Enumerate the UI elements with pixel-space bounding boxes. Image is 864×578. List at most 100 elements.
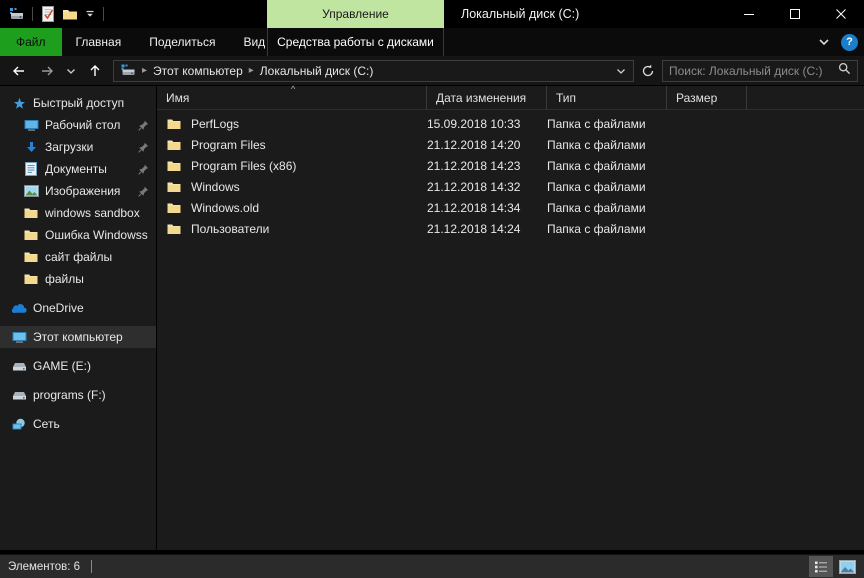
help-button[interactable]: ? bbox=[841, 33, 858, 51]
sidebar-item-label: GAME (E:) bbox=[33, 359, 92, 373]
row-name-cell[interactable]: Windows bbox=[157, 180, 427, 194]
maximize-icon[interactable] bbox=[772, 0, 818, 28]
breadcrumb-separator-2: ▸ bbox=[248, 65, 254, 76]
sidebar-item-documents[interactable]: Документы bbox=[0, 158, 156, 180]
tab-drive-tools-label: Средства работы с дисками bbox=[277, 35, 434, 49]
view-mode-buttons bbox=[809, 556, 864, 577]
properties-icon[interactable] bbox=[37, 3, 59, 25]
sidebar-item-label: OneDrive bbox=[33, 301, 84, 315]
details-view-icon[interactable] bbox=[809, 556, 833, 577]
window-title: Локальный диск (C:) bbox=[461, 7, 580, 21]
column-header-type[interactable]: Тип bbox=[547, 86, 667, 110]
row-name-label: Пользователи bbox=[191, 221, 270, 236]
close-icon[interactable] bbox=[818, 0, 864, 28]
sidebar-item-label: Загрузки bbox=[45, 140, 94, 154]
address-input[interactable]: ▸ Этот компьютер ▸ Локальный диск (C:) bbox=[113, 59, 634, 82]
sidebar-item-quick-access[interactable]: Быстрый доступ bbox=[0, 92, 156, 114]
row-type-cell: Папка с файлами bbox=[547, 200, 646, 215]
forward-arrow-icon[interactable] bbox=[34, 58, 60, 84]
sidebar-item-label: Изображения bbox=[45, 184, 121, 198]
drive-properties-icon[interactable] bbox=[6, 3, 28, 25]
breadcrumb-drive-icon[interactable] bbox=[118, 64, 139, 77]
table-row[interactable]: Program Files 21.12.2018 14:20 Папка с ф… bbox=[157, 134, 864, 155]
minimize-icon[interactable] bbox=[726, 0, 772, 28]
sidebar-gap-3 bbox=[0, 348, 156, 355]
sidebar-gap-1 bbox=[0, 290, 156, 297]
network-icon bbox=[10, 418, 28, 431]
sidebar-item-label: windows sandbox bbox=[45, 206, 140, 220]
row-name-cell[interactable]: PerfLogs bbox=[157, 117, 427, 131]
large-icons-view-icon[interactable] bbox=[835, 556, 859, 577]
contextual-group-label: Управление bbox=[322, 7, 389, 21]
sidebar-item-windows-sandbox[interactable]: windows sandbox bbox=[0, 202, 156, 224]
collapse-ribbon-chevron-down-icon[interactable] bbox=[813, 31, 835, 53]
sidebar-item-programs-f[interactable]: programs (F:) bbox=[0, 384, 156, 406]
recent-locations-chevron-down-icon[interactable] bbox=[62, 58, 80, 84]
row-name-cell[interactable]: Пользователи bbox=[157, 222, 427, 236]
table-row[interactable]: Windows 21.12.2018 14:32 Папка с файлами bbox=[157, 176, 864, 197]
new-folder-icon[interactable] bbox=[59, 3, 81, 25]
pin-icon[interactable] bbox=[136, 164, 150, 175]
table-row[interactable]: PerfLogs 15.09.2018 10:33 Папка с файлам… bbox=[157, 113, 864, 134]
file-list-pane[interactable]: ^ Имя Дата изменения Тип Размер PerfLogs… bbox=[157, 84, 864, 550]
sidebar-item-label: Сеть bbox=[33, 417, 60, 431]
row-name-cell[interactable]: Program Files (x86) bbox=[157, 159, 427, 173]
folder-icon bbox=[166, 118, 182, 130]
breadcrumb-separator-1: ▸ bbox=[142, 65, 148, 76]
refresh-icon[interactable] bbox=[638, 58, 658, 84]
sidebar-item-game-e[interactable]: GAME (E:) bbox=[0, 355, 156, 377]
pin-icon[interactable] bbox=[136, 186, 150, 197]
back-arrow-icon[interactable] bbox=[6, 58, 32, 84]
row-name-label: PerfLogs bbox=[191, 116, 240, 131]
pin-icon[interactable] bbox=[136, 120, 150, 131]
column-header-date-modified[interactable]: Дата изменения bbox=[427, 86, 547, 110]
row-date-cell: 21.12.2018 14:20 bbox=[427, 137, 521, 152]
navigation-pane[interactable]: Быстрый доступ Рабочий стол Загрузки Док… bbox=[0, 86, 157, 550]
breadcrumb-local-disk[interactable]: Локальный диск (C:) bbox=[257, 64, 377, 78]
folder-icon bbox=[22, 229, 40, 241]
search-icon[interactable] bbox=[838, 62, 851, 80]
table-row[interactable]: Пользователи 21.12.2018 14:24 Папка с фа… bbox=[157, 218, 864, 239]
folder-icon bbox=[166, 181, 182, 193]
column-header-name[interactable]: ^ Имя bbox=[157, 84, 427, 110]
sidebar-item-label: сайт файлы bbox=[45, 250, 113, 264]
up-arrow-icon[interactable] bbox=[82, 58, 108, 84]
search-input[interactable]: Поиск: Локальный диск (C:) bbox=[662, 59, 858, 82]
table-row[interactable]: Windows.old 21.12.2018 14:34 Папка с фай… bbox=[157, 197, 864, 218]
sidebar-item-fayly[interactable]: файлы bbox=[0, 268, 156, 290]
row-type-cell: Папка с файлами bbox=[547, 137, 646, 152]
pin-icon[interactable] bbox=[136, 142, 150, 153]
title-bar: Управление Локальный диск (C:) bbox=[0, 0, 864, 28]
column-header-label: Имя bbox=[166, 91, 190, 105]
folder-icon bbox=[166, 202, 182, 214]
tab-file[interactable]: Файл bbox=[0, 28, 62, 56]
sidebar-item-onedrive[interactable]: OneDrive bbox=[0, 297, 156, 319]
row-type-cell: Папка с файлами bbox=[547, 179, 646, 194]
row-name-cell[interactable]: Windows.old bbox=[157, 201, 427, 215]
tab-share[interactable]: Поделиться bbox=[135, 28, 229, 56]
sidebar-item-network[interactable]: Сеть bbox=[0, 413, 156, 435]
tab-drive-tools[interactable]: Средства работы с дисками bbox=[267, 28, 444, 56]
column-header-extra[interactable] bbox=[747, 86, 862, 110]
folder-icon bbox=[166, 160, 182, 172]
sidebar-item-pictures[interactable]: Изображения bbox=[0, 180, 156, 202]
folder-icon bbox=[166, 223, 182, 235]
file-rows: PerfLogs 15.09.2018 10:33 Папка с файлам… bbox=[157, 110, 864, 239]
table-row[interactable]: Program Files (x86) 21.12.2018 14:23 Пап… bbox=[157, 155, 864, 176]
customize-qat-dropdown-icon[interactable] bbox=[81, 3, 99, 25]
address-dropdown-chevron-down-icon[interactable] bbox=[613, 66, 629, 76]
this-pc-icon bbox=[10, 331, 28, 344]
row-type-cell: Папка с файлами bbox=[547, 158, 646, 173]
sidebar-item-this-pc[interactable]: Этот компьютер bbox=[0, 326, 156, 348]
sidebar-item-downloads[interactable]: Загрузки bbox=[0, 136, 156, 158]
sidebar-item-label: Этот компьютер bbox=[33, 330, 123, 344]
tab-home[interactable]: Главная bbox=[62, 28, 136, 56]
sidebar-item-label: Быстрый доступ bbox=[33, 96, 125, 110]
sidebar-item-desktop[interactable]: Рабочий стол bbox=[0, 114, 156, 136]
column-header-size[interactable]: Размер bbox=[667, 86, 747, 110]
sidebar-item-oshibka-windowss[interactable]: Ошибка Windowss bbox=[0, 224, 156, 246]
sidebar-item-sayt-fayly[interactable]: сайт файлы bbox=[0, 246, 156, 268]
row-name-cell[interactable]: Program Files bbox=[157, 138, 427, 152]
ribbon-right-controls: ? bbox=[813, 28, 858, 56]
breadcrumb-this-pc[interactable]: Этот компьютер bbox=[150, 64, 246, 78]
